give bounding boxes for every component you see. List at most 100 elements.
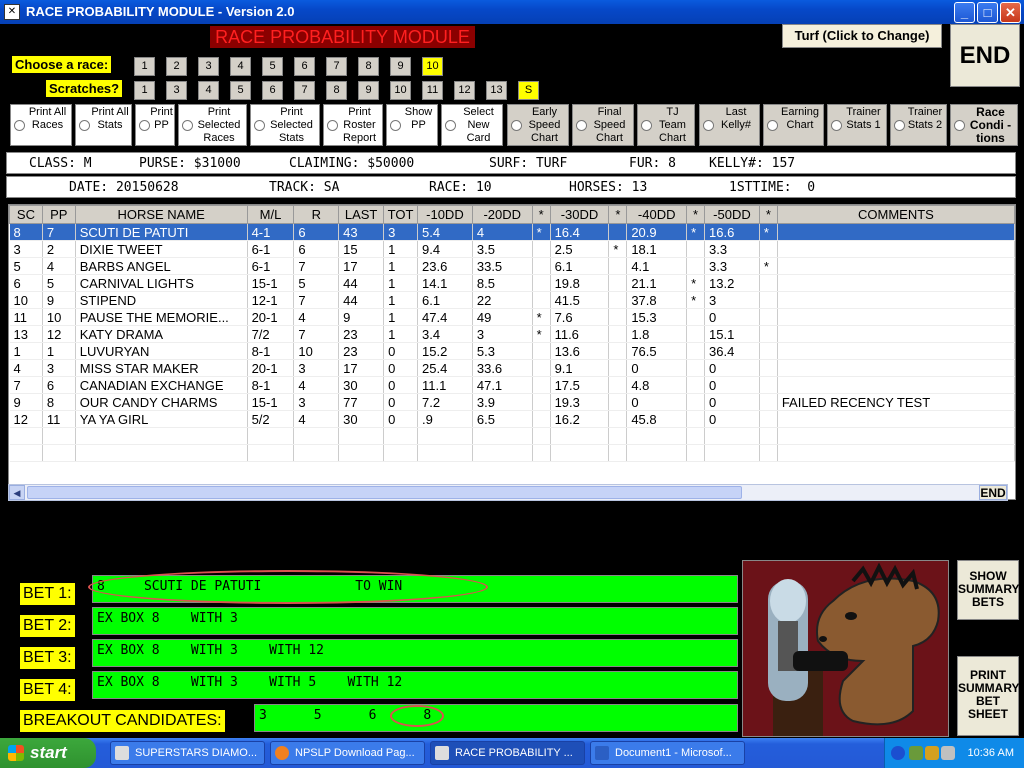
column-header[interactable]: HORSE NAME bbox=[74, 205, 248, 224]
show-summary-bets-button[interactable]: SHOW SUMMARY BETS bbox=[957, 560, 1020, 620]
option-print-selected-stats[interactable]: Print Selected Stats bbox=[250, 104, 320, 146]
radio-icon[interactable] bbox=[954, 120, 965, 131]
radio-icon[interactable] bbox=[139, 120, 150, 131]
table-row[interactable]: 11 10 PAUSE THE MEMORIE... 20-1 4 9 1 47.4 49 * 7.… bbox=[9, 308, 1015, 326]
radio-icon[interactable] bbox=[576, 120, 587, 131]
column-header[interactable]: * bbox=[758, 205, 778, 224]
close-button[interactable]: ✕ bbox=[1000, 2, 1021, 23]
column-header[interactable]: * bbox=[686, 205, 706, 224]
table-row[interactable]: 4 3 MISS STAR MAKER 20-1 3 17 0 25.4 33.6 9.1 0 0 bbox=[9, 359, 1015, 377]
scratch-button-9[interactable]: 9 bbox=[358, 81, 379, 100]
option-earning-chart[interactable]: Earning Chart bbox=[763, 104, 824, 146]
table-row[interactable]: 13 12 KATY DRAMA 7/2 7 23 1 3.4 3 * 11.6 1.8 15.1 bbox=[9, 325, 1015, 343]
radio-icon[interactable] bbox=[327, 120, 338, 131]
scratch-button-S[interactable]: S bbox=[518, 81, 539, 100]
radio-icon[interactable] bbox=[254, 120, 265, 131]
column-header[interactable]: TOT bbox=[383, 205, 419, 224]
option-select-new-card[interactable]: Select New Card bbox=[441, 104, 503, 146]
radio-icon[interactable] bbox=[182, 120, 193, 131]
column-header[interactable]: -30DD bbox=[549, 205, 610, 224]
radio-icon[interactable] bbox=[767, 120, 778, 131]
shield-icon[interactable] bbox=[925, 746, 939, 760]
race-button-1[interactable]: 1 bbox=[134, 57, 155, 76]
column-header[interactable]: * bbox=[608, 205, 628, 224]
start-button[interactable]: start bbox=[0, 738, 96, 768]
scroll-end-button[interactable]: END bbox=[979, 485, 1007, 500]
radio-icon[interactable] bbox=[511, 120, 522, 131]
option-print-selected-races[interactable]: Print Selected Races bbox=[178, 104, 247, 146]
minimize-button[interactable]: _ bbox=[954, 2, 975, 23]
option-race-condi-tions[interactable]: Race Condi -tions bbox=[950, 104, 1018, 146]
column-header[interactable]: -50DD bbox=[704, 205, 760, 224]
option-trainer-stats-2[interactable]: Trainer Stats 2 bbox=[890, 104, 947, 146]
scroll-thumb[interactable] bbox=[27, 486, 742, 499]
radio-icon[interactable] bbox=[703, 120, 714, 131]
scratch-button-5[interactable]: 5 bbox=[230, 81, 251, 100]
network-icon[interactable] bbox=[909, 746, 923, 760]
race-button-10[interactable]: 10 bbox=[422, 57, 443, 76]
print-summary-bet-sheet-button[interactable]: PRINT SUMMARY BET SHEET bbox=[957, 656, 1020, 736]
radio-icon[interactable] bbox=[894, 120, 905, 131]
end-button[interactable]: END bbox=[950, 24, 1020, 87]
option-early-speed-chart[interactable]: Early Speed Chart bbox=[507, 104, 569, 146]
maximize-button[interactable]: □ bbox=[977, 2, 998, 23]
scroll-left-arrow-icon[interactable]: ◀ bbox=[9, 485, 25, 500]
bet-2-field[interactable]: EX BOX 8 WITH 3 bbox=[92, 607, 738, 635]
radio-icon[interactable] bbox=[14, 120, 25, 131]
option-print-all-stats[interactable]: Print All Stats bbox=[75, 104, 132, 146]
radio-icon[interactable] bbox=[831, 120, 842, 131]
race-button-4[interactable]: 4 bbox=[230, 57, 251, 76]
race-button-7[interactable]: 7 bbox=[326, 57, 347, 76]
option-trainer-stats-1[interactable]: Trainer Stats 1 bbox=[827, 104, 887, 146]
scratch-button-10[interactable]: 10 bbox=[390, 81, 411, 100]
radio-icon[interactable] bbox=[79, 120, 90, 131]
bet-3-field[interactable]: EX BOX 8 WITH 3 WITH 12 bbox=[92, 639, 738, 667]
radio-icon[interactable] bbox=[390, 120, 401, 131]
column-header[interactable]: -40DD bbox=[626, 205, 688, 224]
taskbar-item[interactable]: RACE PROBABILITY ... bbox=[430, 741, 585, 765]
speaker-icon[interactable] bbox=[941, 746, 955, 760]
option-print-pp[interactable]: Print PP bbox=[135, 104, 175, 146]
column-header[interactable]: M/L bbox=[246, 205, 295, 224]
race-button-9[interactable]: 9 bbox=[390, 57, 411, 76]
taskbar-item[interactable]: SUPERSTARS DIAMO... bbox=[110, 741, 265, 765]
column-header[interactable]: LAST bbox=[338, 205, 385, 224]
scratch-button-11[interactable]: 11 bbox=[422, 81, 443, 100]
radio-icon[interactable] bbox=[641, 120, 652, 131]
scratch-button-4[interactable]: 4 bbox=[198, 81, 219, 100]
radio-icon[interactable] bbox=[445, 120, 456, 131]
scratch-button-6[interactable]: 6 bbox=[262, 81, 283, 100]
table-row[interactable]: 6 5 CARNIVAL LIGHTS 15-1 5 44 1 14.1 8.5 19.8 21.1… bbox=[9, 274, 1015, 292]
scratch-button-3[interactable]: 3 bbox=[166, 81, 187, 100]
horizontal-scrollbar[interactable]: ◀ END bbox=[8, 484, 1008, 501]
scratch-button-13[interactable]: 13 bbox=[486, 81, 507, 100]
option-final-speed-chart[interactable]: Final Speed Chart bbox=[572, 104, 634, 146]
table-row[interactable]: 9 8 OUR CANDY CHARMS 15-1 3 77 0 7.2 3.9 19.3 0 0 FA… bbox=[9, 393, 1015, 411]
table-row[interactable]: 3 2 DIXIE TWEET 6-1 6 15 1 9.4 3.5 2.5 * 18.1 3.3 bbox=[9, 240, 1015, 258]
table-row[interactable]: 8 7 SCUTI DE PATUTI 4-1 6 43 3 5.4 4 * 16.4 20.9 * 16… bbox=[9, 223, 1015, 241]
column-header[interactable]: R bbox=[293, 205, 340, 224]
table-row[interactable]: 7 6 CANADIAN EXCHANGE 8-1 4 30 0 11.1 47.1 17.5 4.… bbox=[9, 376, 1015, 394]
table-row[interactable]: 5 4 BARBS ANGEL 6-1 7 17 1 23.6 33.5 6.1 4.1 3.3 * bbox=[9, 257, 1015, 275]
option-print-roster-report[interactable]: Print Roster Report bbox=[323, 104, 383, 146]
race-button-2[interactable]: 2 bbox=[166, 57, 187, 76]
scratch-button-7[interactable]: 7 bbox=[294, 81, 315, 100]
column-header[interactable]: PP bbox=[41, 205, 76, 224]
back-arrow-icon[interactable] bbox=[891, 746, 905, 760]
taskbar-item[interactable]: NPSLP Download Pag... bbox=[270, 741, 425, 765]
race-button-5[interactable]: 5 bbox=[262, 57, 283, 76]
scratch-button-1[interactable]: 1 bbox=[134, 81, 155, 100]
column-header[interactable]: -10DD bbox=[417, 205, 473, 224]
option-last-kelly[interactable]: Last Kelly# bbox=[699, 104, 760, 146]
option-show-pp[interactable]: Show PP bbox=[386, 104, 438, 146]
option-print-all-races[interactable]: Print All Races bbox=[10, 104, 72, 146]
race-button-3[interactable]: 3 bbox=[198, 57, 219, 76]
scratch-button-12[interactable]: 12 bbox=[454, 81, 475, 100]
column-header[interactable]: -20DD bbox=[471, 205, 533, 224]
column-header[interactable]: COMMENTS bbox=[776, 205, 1015, 224]
scratch-button-8[interactable]: 8 bbox=[326, 81, 347, 100]
turf-toggle-button[interactable]: Turf (Click to Change) bbox=[782, 24, 942, 48]
table-row[interactable]: 12 11 YA YA GIRL 5/2 4 30 0.9 6.5 16.2 45.8 0 bbox=[9, 410, 1015, 428]
bet-4-field[interactable]: EX BOX 8 WITH 3 WITH 5 WITH 12 bbox=[92, 671, 738, 699]
race-button-6[interactable]: 6 bbox=[294, 57, 315, 76]
